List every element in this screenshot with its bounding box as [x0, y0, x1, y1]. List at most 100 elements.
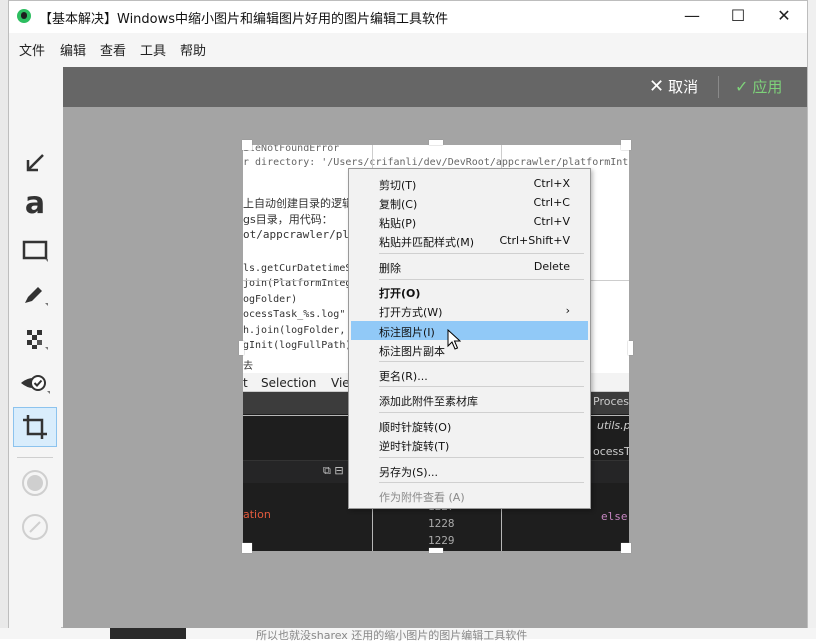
pixelate-tool[interactable]	[13, 319, 57, 359]
code-line: 上自动创建目录的逻辑	[243, 197, 353, 210]
code-line: gInit(logFullPath)	[243, 340, 352, 351]
menu-tools[interactable]: 工具	[140, 40, 166, 59]
maximize-button[interactable]: ☐	[715, 1, 761, 33]
background-text: 所以也就没sharex 还用的缩小图片的图片编辑工具软件	[256, 629, 528, 642]
background-left-edge	[0, 0, 8, 639]
rectangle-tool[interactable]	[13, 231, 57, 271]
mouse-pointer-icon	[447, 329, 461, 350]
menu-bar: 文件 编辑 查看 工具 帮助	[9, 33, 807, 63]
menu-item-rotate-counterclockwise[interactable]: 逆时针旋转(T)	[351, 435, 588, 454]
menu-item-paste[interactable]: 粘贴(P) Ctrl+V	[351, 212, 588, 231]
menu-separator	[379, 412, 584, 413]
menu-item-label: 粘贴(P)	[379, 217, 417, 230]
menu-item-label: 另存为(S)...	[379, 466, 439, 479]
blocked-icon	[22, 514, 48, 540]
action-divider	[718, 76, 719, 98]
crop-handle-bottom-right[interactable]	[621, 543, 631, 553]
menu-item-shortcut: Delete	[533, 260, 570, 273]
menu-item-rotate-clockwise[interactable]: 顺时针旋转(O)	[351, 416, 588, 435]
dark-label: ocessT	[593, 445, 629, 458]
background-image-thumbnail	[110, 628, 186, 639]
code-line: 去	[243, 361, 253, 372]
folder-icon: ⧉ ⊟	[323, 464, 344, 477]
code-keyword: else:	[601, 510, 629, 523]
menu-item-shortcut: Ctrl+V	[533, 215, 570, 228]
arrow-icon	[26, 154, 44, 172]
code-line: gs目录，用代码：	[243, 213, 333, 226]
chevron-right-icon: ›	[565, 304, 570, 317]
menu-item-shortcut: Ctrl+Shift+V	[499, 234, 570, 247]
code-line: ogFolder)	[243, 294, 298, 305]
blocked-tool[interactable]	[13, 507, 57, 547]
code-line: ileNotFoundError	[243, 145, 340, 154]
apply-button[interactable]: ✓ 应用	[735, 76, 782, 97]
menu-item-label: 标注图片副本	[379, 345, 445, 358]
circle-tool[interactable]	[13, 463, 57, 503]
code-line: h.join(logFolder, cu	[243, 325, 364, 336]
crop-handle-top[interactable]	[429, 140, 443, 145]
apply-label: 应用	[752, 78, 783, 96]
title-bar: 【基本解决】Windows中缩小图片和编辑图片好用的图片编辑工具软件 — ☐ ✕	[9, 1, 807, 33]
menu-separator	[379, 253, 584, 254]
text-icon: a	[24, 186, 46, 221]
crop-handle-right[interactable]	[628, 341, 633, 355]
background-right-edge	[808, 0, 816, 639]
menu-item-delete[interactable]: 删除 Delete	[351, 257, 588, 276]
menu-separator	[379, 386, 584, 387]
menu-item-label: 删除	[379, 262, 401, 275]
stamp-icon	[21, 375, 50, 394]
menu-file[interactable]: 文件	[19, 40, 45, 59]
menu-item-add-to-library[interactable]: 添加此附件至素材库	[351, 390, 588, 409]
menu-item-view-as-attachment: 作为附件查看 (A)	[351, 486, 588, 505]
rectangle-icon	[22, 240, 48, 262]
toolbar-divider	[17, 457, 53, 458]
pixelate-icon	[27, 330, 48, 350]
text-tool[interactable]: a	[13, 187, 57, 227]
menu-item-open-with[interactable]: 打开方式(W) ›	[351, 301, 588, 320]
menu-item-copy[interactable]: 复制(C) Ctrl+C	[351, 193, 588, 212]
menu-item-label: 添加此附件至素材库	[379, 395, 478, 408]
check-icon: ✓	[735, 77, 749, 96]
menu-item-label: 粘贴并匹配样式(M)	[379, 236, 475, 249]
menu-separator	[379, 482, 584, 483]
menu-item-save-as[interactable]: 另存为(S)...	[351, 461, 588, 480]
menu-item-label: 逆时针旋转(T)	[379, 440, 450, 453]
menu-separator	[379, 279, 584, 280]
crop-handle-left[interactable]	[239, 341, 244, 355]
crop-action-bar: ✕ 取消 ✓ 应用	[63, 67, 807, 107]
crop-handle-top-right[interactable]	[621, 140, 631, 150]
cancel-button[interactable]: ✕ 取消	[649, 76, 698, 97]
annotation-toolbar: a	[9, 67, 61, 629]
menu-item-annotate-copy[interactable]: 标注图片副本	[351, 340, 588, 359]
menu-item-label: 作为附件查看 (A)	[379, 491, 465, 504]
arrow-tool[interactable]	[13, 143, 57, 183]
menu-item-open[interactable]: 打开(O)	[351, 282, 588, 301]
vscode-menu-item: t	[243, 376, 248, 390]
stamp-tool[interactable]	[13, 363, 57, 403]
menu-item-rename[interactable]: 更名(R)...	[351, 365, 588, 384]
highlighter-icon	[25, 287, 48, 306]
circle-icon	[22, 470, 48, 496]
crop-handle-top-left[interactable]	[242, 140, 252, 150]
menu-item-annotate-image[interactable]: 标注图片(I)	[351, 321, 588, 340]
menu-item-label: 复制(C)	[379, 198, 418, 211]
menu-edit[interactable]: 编辑	[60, 40, 86, 59]
menu-view[interactable]: 查看	[100, 40, 126, 59]
menu-item-paste-match-style[interactable]: 粘贴并匹配样式(M) Ctrl+Shift+V	[351, 231, 588, 250]
close-button[interactable]: ✕	[761, 1, 807, 33]
menu-item-label: 打开(O)	[379, 287, 421, 300]
minimize-button[interactable]: —	[669, 1, 715, 33]
context-menu: 剪切(T) Ctrl+X 复制(C) Ctrl+C 粘贴(P) Ctrl+V 粘贴并匹…	[348, 168, 591, 509]
line-number: 1228	[428, 517, 455, 530]
menu-item-shortcut: Ctrl+C	[533, 196, 570, 209]
menu-help[interactable]: 帮助	[180, 40, 206, 59]
crop-tool[interactable]	[13, 407, 57, 447]
dark-label: utils.p	[597, 419, 629, 432]
crop-handle-bottom[interactable]	[429, 548, 443, 553]
menu-item-cut[interactable]: 剪切(T) Ctrl+X	[351, 174, 588, 193]
menu-separator	[379, 457, 584, 458]
crop-handle-bottom-left[interactable]	[242, 543, 252, 553]
highlighter-tool[interactable]	[13, 275, 57, 315]
menu-item-label: 更名(R)...	[379, 370, 428, 383]
menu-separator	[379, 361, 584, 362]
